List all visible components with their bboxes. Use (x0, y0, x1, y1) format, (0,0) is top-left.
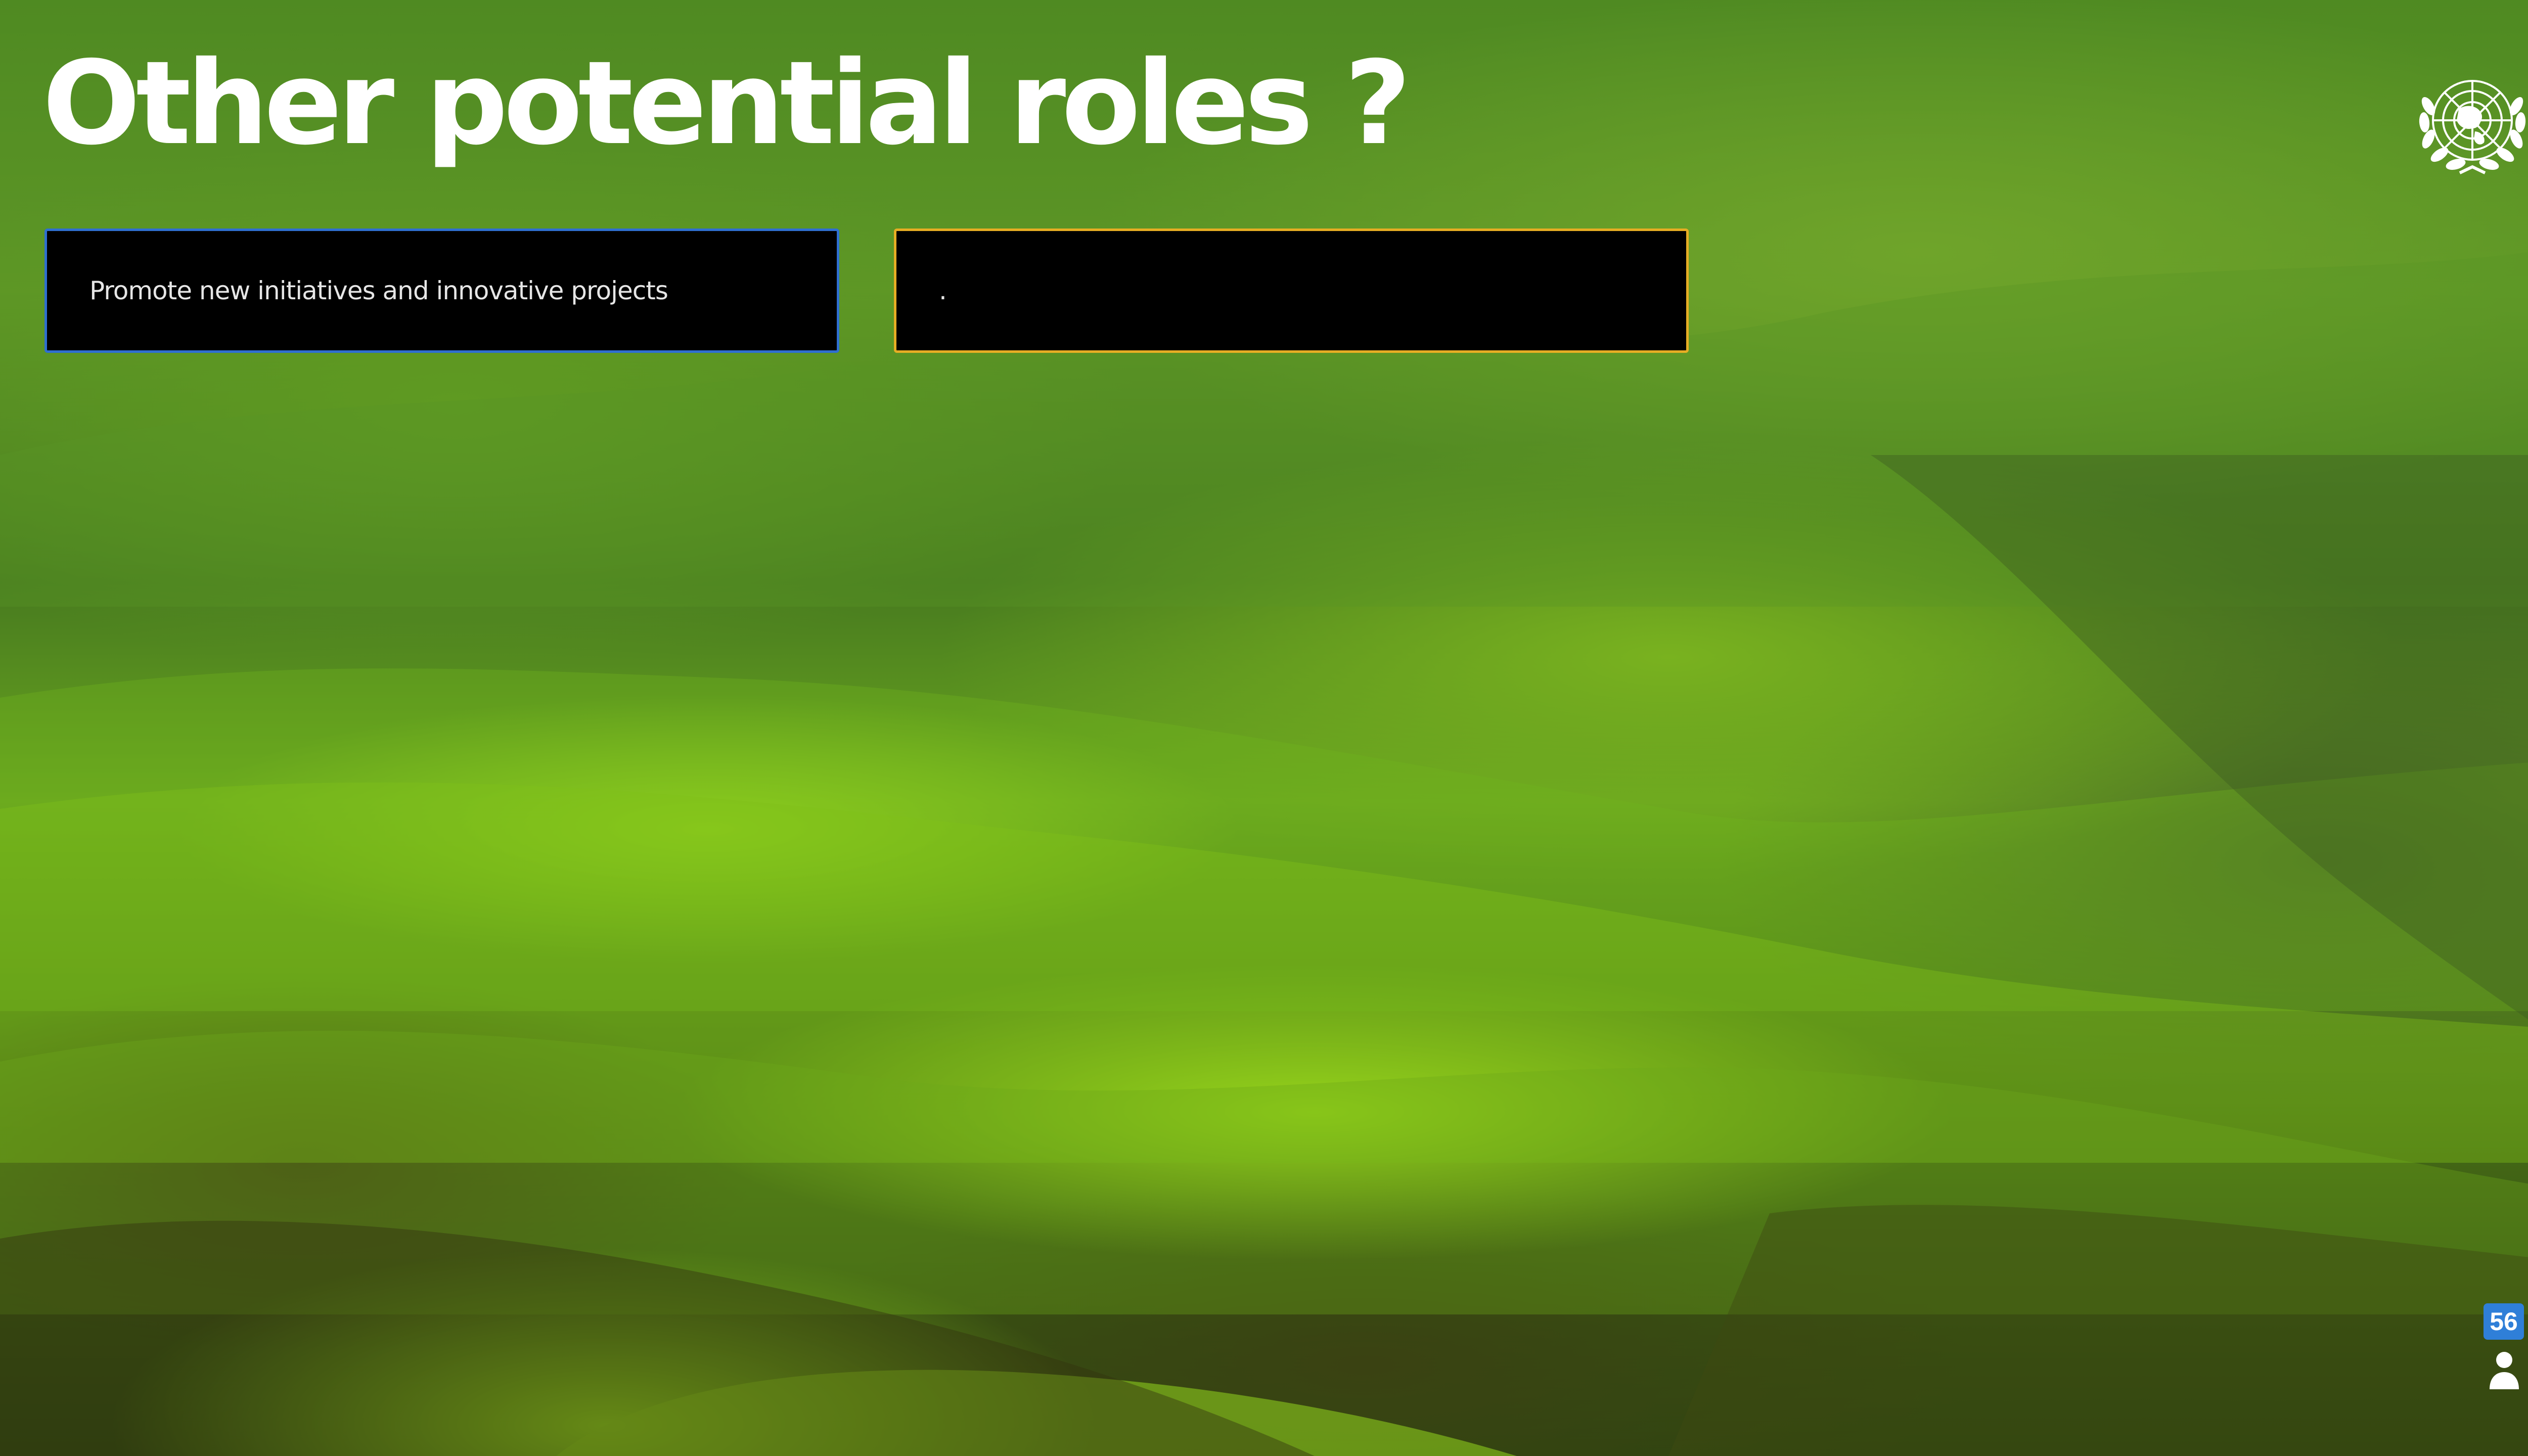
role-card-blue[interactable]: Promote new initiatives and innovative p… (44, 229, 839, 353)
slide-title: Other potential roles ? (42, 36, 1411, 170)
slide: Other potential roles ? Promote new init… (0, 0, 2528, 1456)
page-number-badge: 56 (2484, 1303, 2524, 1340)
role-card-text: . (939, 276, 947, 305)
role-card-yellow[interactable]: . (894, 229, 1689, 353)
united-nations-emblem-icon (2419, 80, 2526, 174)
person-icon[interactable] (2488, 1350, 2521, 1390)
rolling-hills-illustration (0, 252, 2528, 1456)
role-card-text: Promote new initiatives and innovative p… (89, 276, 668, 305)
